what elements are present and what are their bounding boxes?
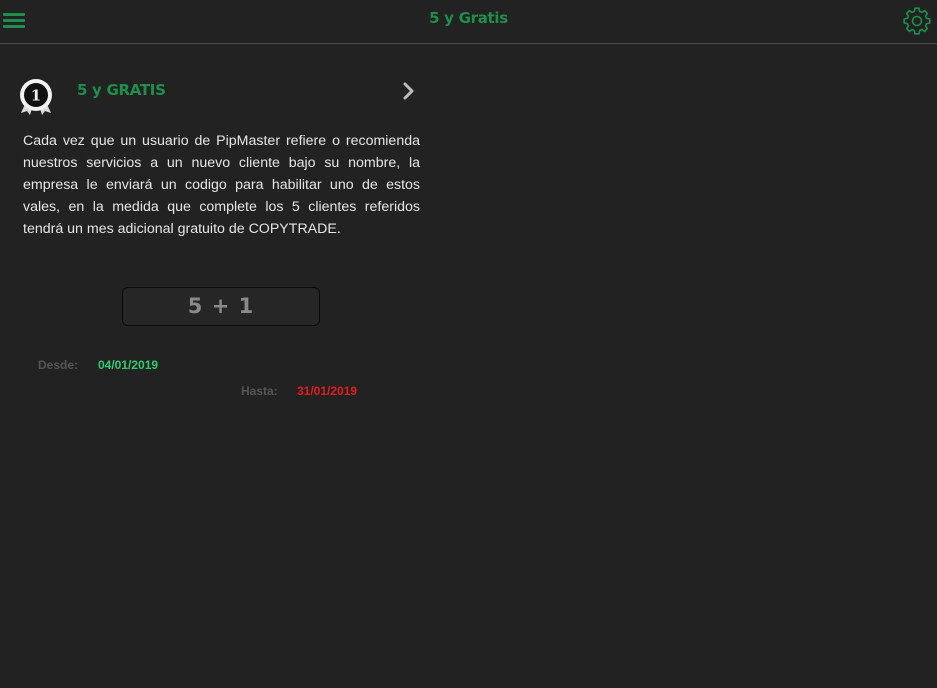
award-ribbon-icon: 1 bbox=[17, 78, 55, 116]
top-bar: 5 y Gratis bbox=[0, 0, 937, 44]
from-label: Desde: bbox=[38, 358, 79, 372]
voucher-title: 5 y GRATIS bbox=[77, 81, 166, 99]
to-label: Hasta: bbox=[241, 384, 278, 398]
settings-button[interactable] bbox=[903, 7, 931, 35]
voucher-code: 5 + 1 bbox=[122, 287, 320, 326]
badge-number: 1 bbox=[31, 87, 41, 105]
page-title: 5 y Gratis bbox=[429, 9, 508, 27]
gear-icon bbox=[903, 7, 931, 35]
voucher-description: Cada vez que un usuario de PipMaster ref… bbox=[23, 133, 420, 237]
to-date: 31/01/2019 bbox=[297, 384, 358, 398]
from-date: 04/01/2019 bbox=[98, 358, 159, 372]
chevron-right-icon bbox=[403, 82, 414, 100]
